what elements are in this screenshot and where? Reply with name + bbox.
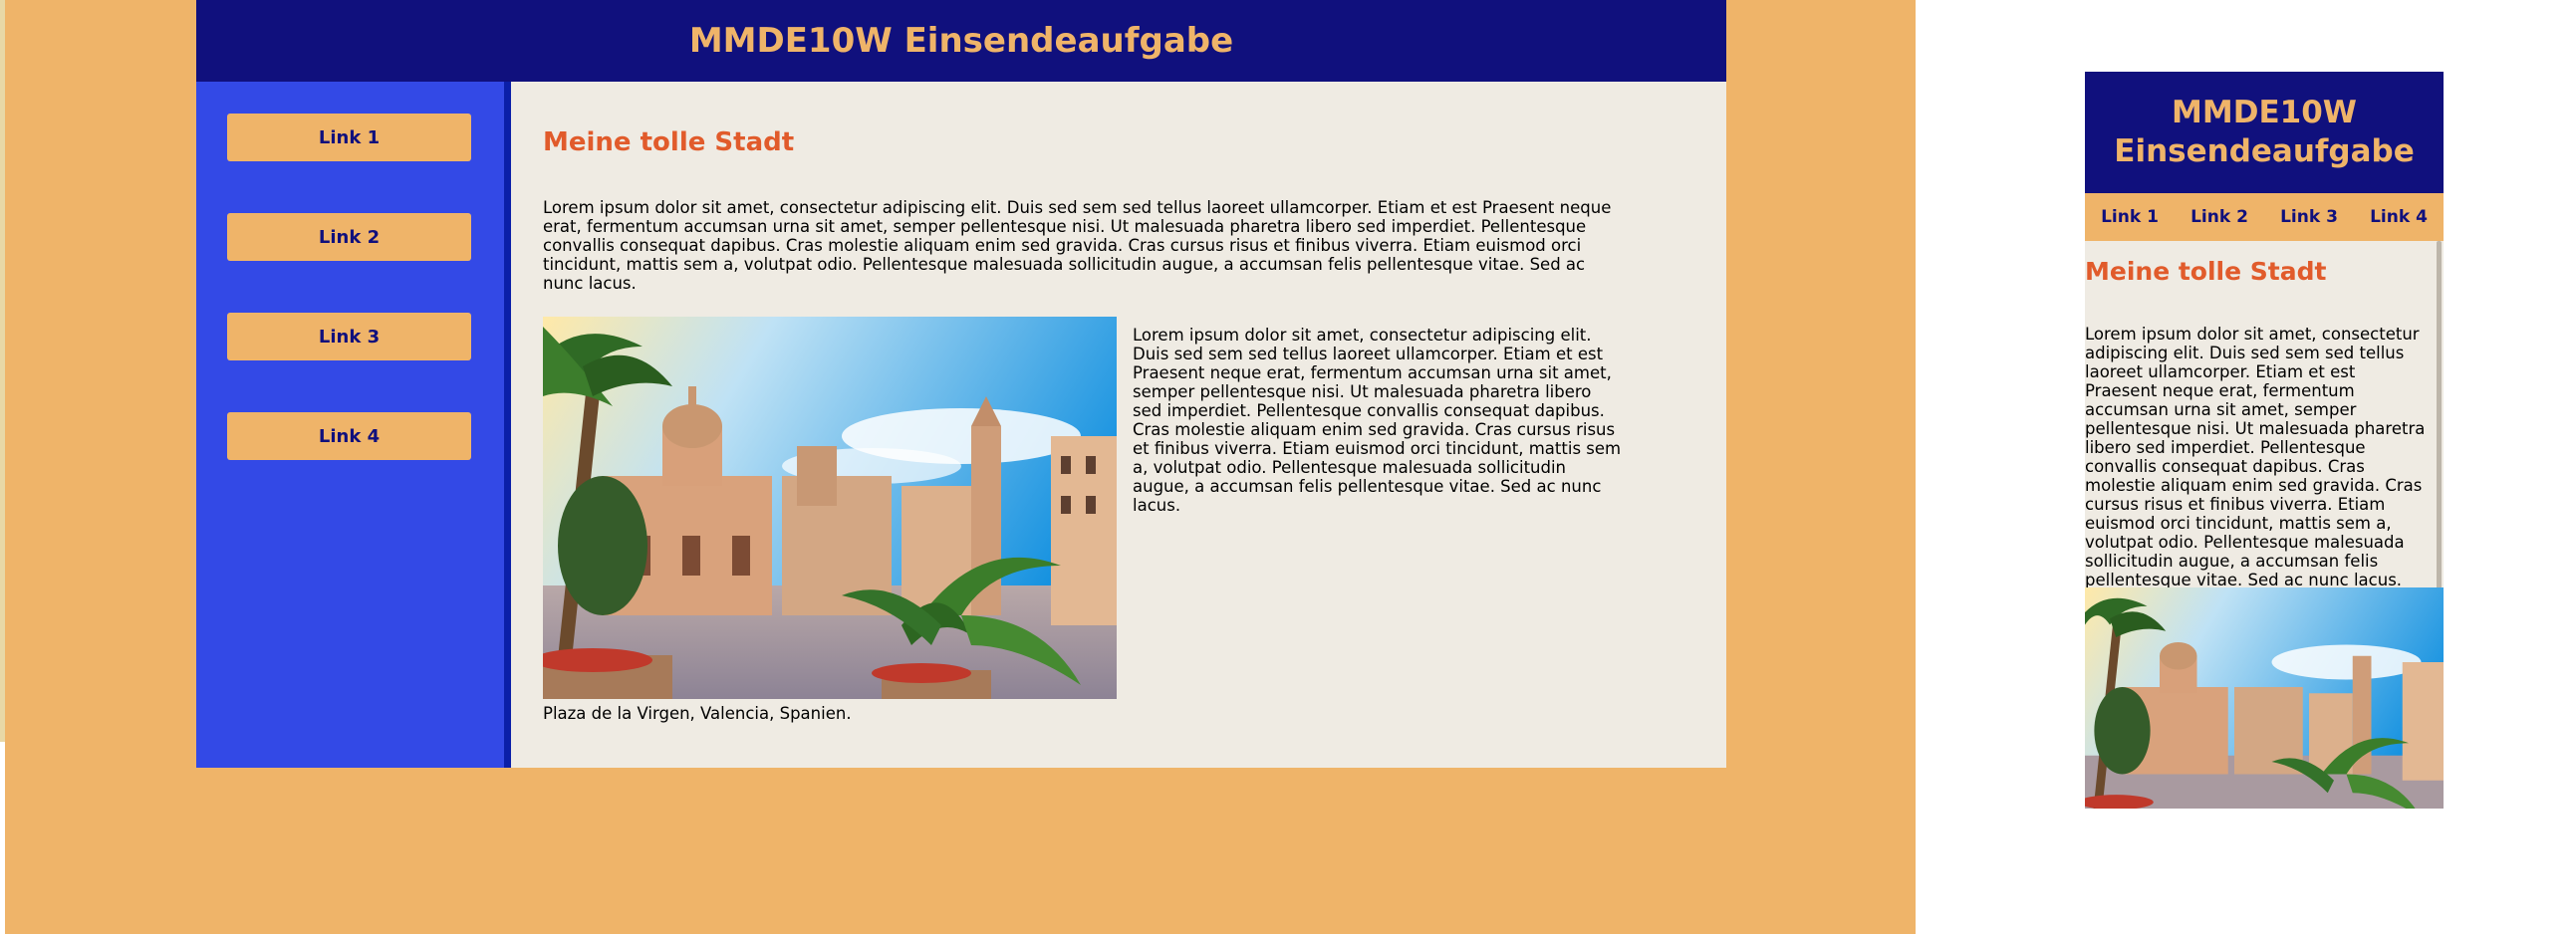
mobile-preview: MMDE10W Einsendeaufgabe Link 1 Link 2 Li…: [2085, 72, 2444, 809]
nav-link-3[interactable]: Link 3: [227, 313, 471, 360]
nav-link-2[interactable]: Link 2: [227, 213, 471, 261]
site-title: MMDE10W Einsendeaufgabe: [688, 21, 1234, 61]
mobile-title-line-2: Einsendeaufgabe: [2114, 133, 2415, 169]
mobile-title-line-1: MMDE10W: [2172, 95, 2357, 130]
mobile-site-title: MMDE10W Einsendeaufgabe: [2114, 94, 2414, 171]
mobile-page-heading: Meine tolle Stadt: [2085, 257, 2327, 286]
nav-link-4[interactable]: Link 4: [227, 412, 471, 460]
mobile-nav-link-3[interactable]: Link 3: [2280, 207, 2338, 227]
nav-link-1[interactable]: Link 1: [227, 114, 471, 161]
desktop-header: MMDE10W Einsendeaufgabe: [196, 0, 1726, 82]
mobile-nav: Link 1 Link 2 Link 3 Link 4: [2085, 193, 2444, 241]
mobile-intro-paragraph: Lorem ipsum dolor sit amet, consectetur …: [2085, 325, 2426, 589]
city-photo: [543, 317, 1117, 699]
desktop-main-content: Meine tolle Stadt Lorem ipsum dolor sit …: [511, 82, 1726, 768]
intro-paragraph: Lorem ipsum dolor sit amet, consectetur …: [543, 198, 1612, 293]
mobile-city-photo: [2085, 587, 2444, 809]
sidebar-border: [504, 82, 511, 768]
mobile-nav-link-2[interactable]: Link 2: [2190, 207, 2248, 227]
mobile-nav-link-4[interactable]: Link 4: [2370, 207, 2428, 227]
desktop-sidebar-nav: Link 1 Link 2 Link 3 Link 4: [196, 82, 504, 768]
mobile-header: MMDE10W Einsendeaufgabe: [2085, 72, 2444, 193]
photo-caption: Plaza de la Virgen, Valencia, Spanien.: [543, 704, 852, 723]
side-paragraph: Lorem ipsum dolor sit amet, consectetur …: [1133, 326, 1622, 515]
page-heading: Meine tolle Stadt: [543, 127, 795, 157]
mobile-nav-link-1[interactable]: Link 1: [2101, 207, 2159, 227]
